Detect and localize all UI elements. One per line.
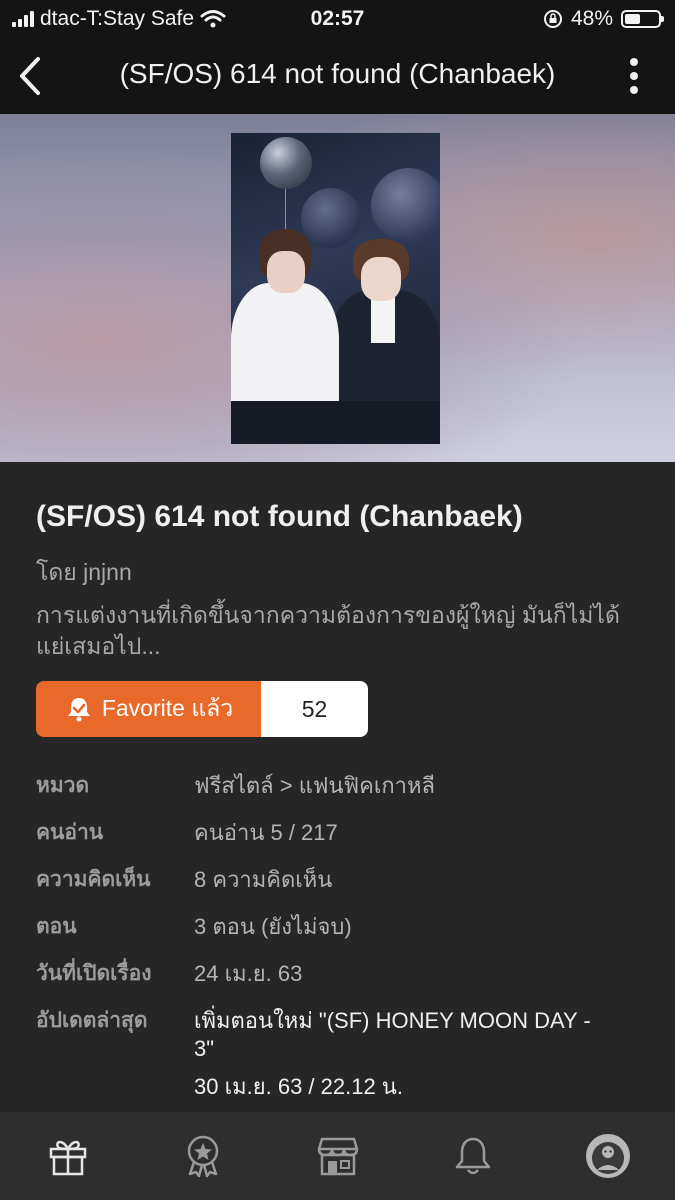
balloon-graphic	[260, 137, 312, 189]
favorite-control: Favorite แล้ว 52	[36, 681, 368, 737]
meta-label: อัปเดตล่าสุด	[36, 1009, 148, 1032]
battery-percent: 48%	[570, 7, 613, 30]
tab-store[interactable]	[298, 1116, 378, 1196]
story-cover-image[interactable]	[231, 133, 440, 444]
bell-icon	[455, 1137, 490, 1175]
last-update-date: 30 เม.ย. 63 / 22.12 น.	[194, 1074, 403, 1099]
cover-banner	[0, 114, 675, 462]
meta-label: ความคิดเห็น	[36, 868, 151, 891]
store-icon	[317, 1137, 358, 1176]
battery-level	[625, 14, 640, 24]
meta-value-chapters: 3 ตอน (ยังไม่จบ)	[194, 914, 352, 939]
story-info: (SF/OS) 614 not found (Chanbaek) โดย jnj…	[0, 462, 675, 1112]
bottom-tab-bar	[0, 1112, 675, 1200]
chevron-left-icon	[20, 57, 40, 95]
favorite-bell-check-icon	[67, 698, 90, 722]
gift-icon	[49, 1140, 86, 1176]
meta-row-chapters: ตอน 3 ตอน (ยังไม่จบ)	[36, 913, 646, 941]
award-icon	[187, 1135, 218, 1178]
status-bar: dtac-T:Stay Safe 02:57 48%	[0, 0, 675, 38]
tab-notifications[interactable]	[433, 1116, 513, 1196]
rotation-lock-icon	[543, 10, 562, 28]
favorite-count: 52	[261, 681, 368, 737]
meta-row-comments: ความคิดเห็น 8 ความคิดเห็น	[36, 866, 646, 894]
favorite-button[interactable]: Favorite แล้ว	[36, 681, 261, 737]
meta-value-comments[interactable]: 8 ความคิดเห็น	[194, 866, 332, 894]
meta-value-opened: 24 เม.ย. 63	[194, 961, 303, 986]
meta-row-last-update: อัปเดตล่าสุด เพิ่มตอนใหม่ "(SF) HONEY MO…	[36, 1007, 646, 1101]
story-author[interactable]: โดย jnjnn	[36, 555, 132, 591]
tab-award[interactable]	[163, 1116, 243, 1196]
meta-row-category: หมวด ฟรีสไตล์ > แฟนฟิคเกาหลี	[36, 772, 646, 800]
meta-row-readers: คนอ่าน คนอ่าน 5 / 217	[36, 819, 646, 847]
meta-label: ตอน	[36, 915, 77, 938]
meta-value-category[interactable]: ฟรีสไตล์ > แฟนฟิคเกาหลี	[194, 772, 435, 800]
story-title: (SF/OS) 614 not found (Chanbaek)	[36, 500, 523, 533]
profile-avatar-icon	[585, 1134, 630, 1178]
nav-title: (SF/OS) 614 not found (Chanbaek)	[119, 58, 556, 89]
favorite-label: Favorite แล้ว	[101, 695, 234, 721]
tab-profile[interactable]	[568, 1116, 648, 1196]
story-description: การแต่งงานที่เกิดขึ้นจากความต้องการของผู…	[36, 602, 620, 659]
meta-value-readers: คนอ่าน 5 / 217	[194, 820, 338, 845]
nav-bar: (SF/OS) 614 not found (Chanbaek)	[0, 38, 675, 114]
back-button[interactable]	[8, 52, 52, 100]
more-vertical-icon	[630, 58, 638, 66]
battery-icon	[621, 10, 664, 28]
meta-label: วันที่เปิดเรื่อง	[36, 962, 152, 985]
more-button[interactable]	[629, 58, 639, 94]
tab-gift[interactable]	[28, 1116, 108, 1196]
meta-label: คนอ่าน	[36, 821, 104, 844]
meta-row-opened: วันที่เปิดเรื่อง 24 เม.ย. 63	[36, 960, 646, 988]
meta-label: หมวด	[36, 774, 90, 797]
last-update-title[interactable]: เพิ่มตอนใหม่ "(SF) HONEY MOON DAY - 3"	[194, 1007, 604, 1063]
story-meta-table: หมวด ฟรีสไตล์ > แฟนฟิคเกาหลี คนอ่าน คนอ่…	[36, 772, 646, 1120]
